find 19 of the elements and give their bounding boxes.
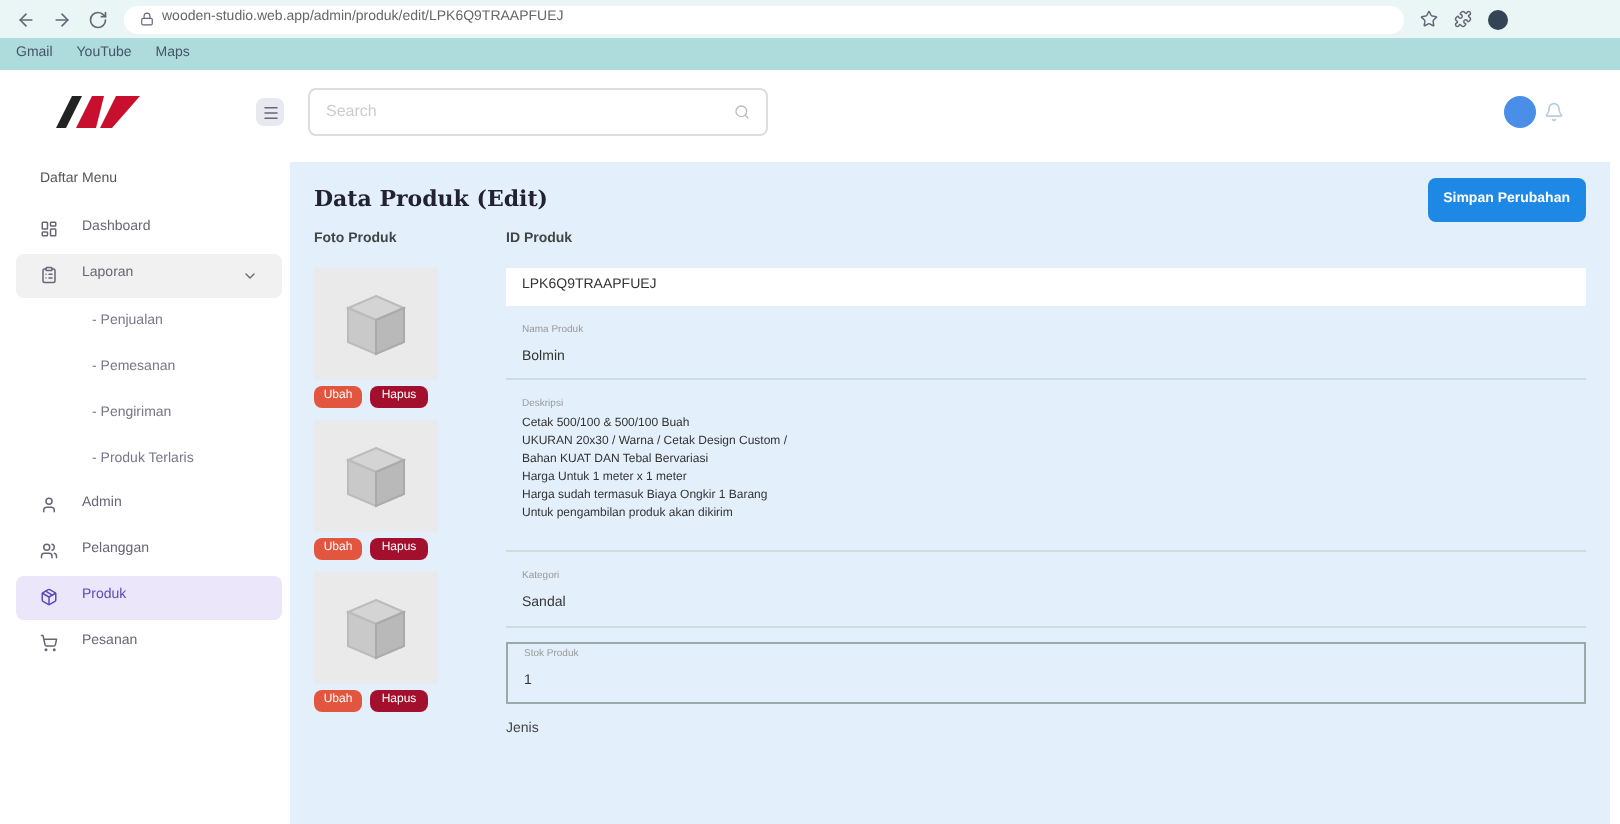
- clipboard-icon: [40, 266, 58, 284]
- forward-icon[interactable]: [52, 9, 72, 29]
- search-icon: [734, 104, 750, 120]
- menu-button[interactable]: [256, 98, 284, 126]
- user-icon: [40, 496, 58, 514]
- users-icon: [40, 542, 58, 560]
- dashboard-icon: [40, 220, 58, 238]
- menu-icon: [261, 103, 279, 121]
- avatar[interactable]: [1504, 96, 1536, 128]
- extensions-icon[interactable]: [1454, 10, 1472, 28]
- page-title: Data Produk (Edit): [314, 183, 548, 216]
- reload-icon[interactable]: [88, 9, 108, 29]
- lock-icon: [140, 12, 154, 26]
- package-icon: [40, 588, 58, 606]
- logo-icon: [56, 96, 140, 128]
- profile-icon[interactable]: [1488, 9, 1508, 29]
- cart-icon: [40, 634, 58, 652]
- star-icon[interactable]: [1420, 10, 1438, 28]
- back-icon[interactable]: [16, 9, 36, 29]
